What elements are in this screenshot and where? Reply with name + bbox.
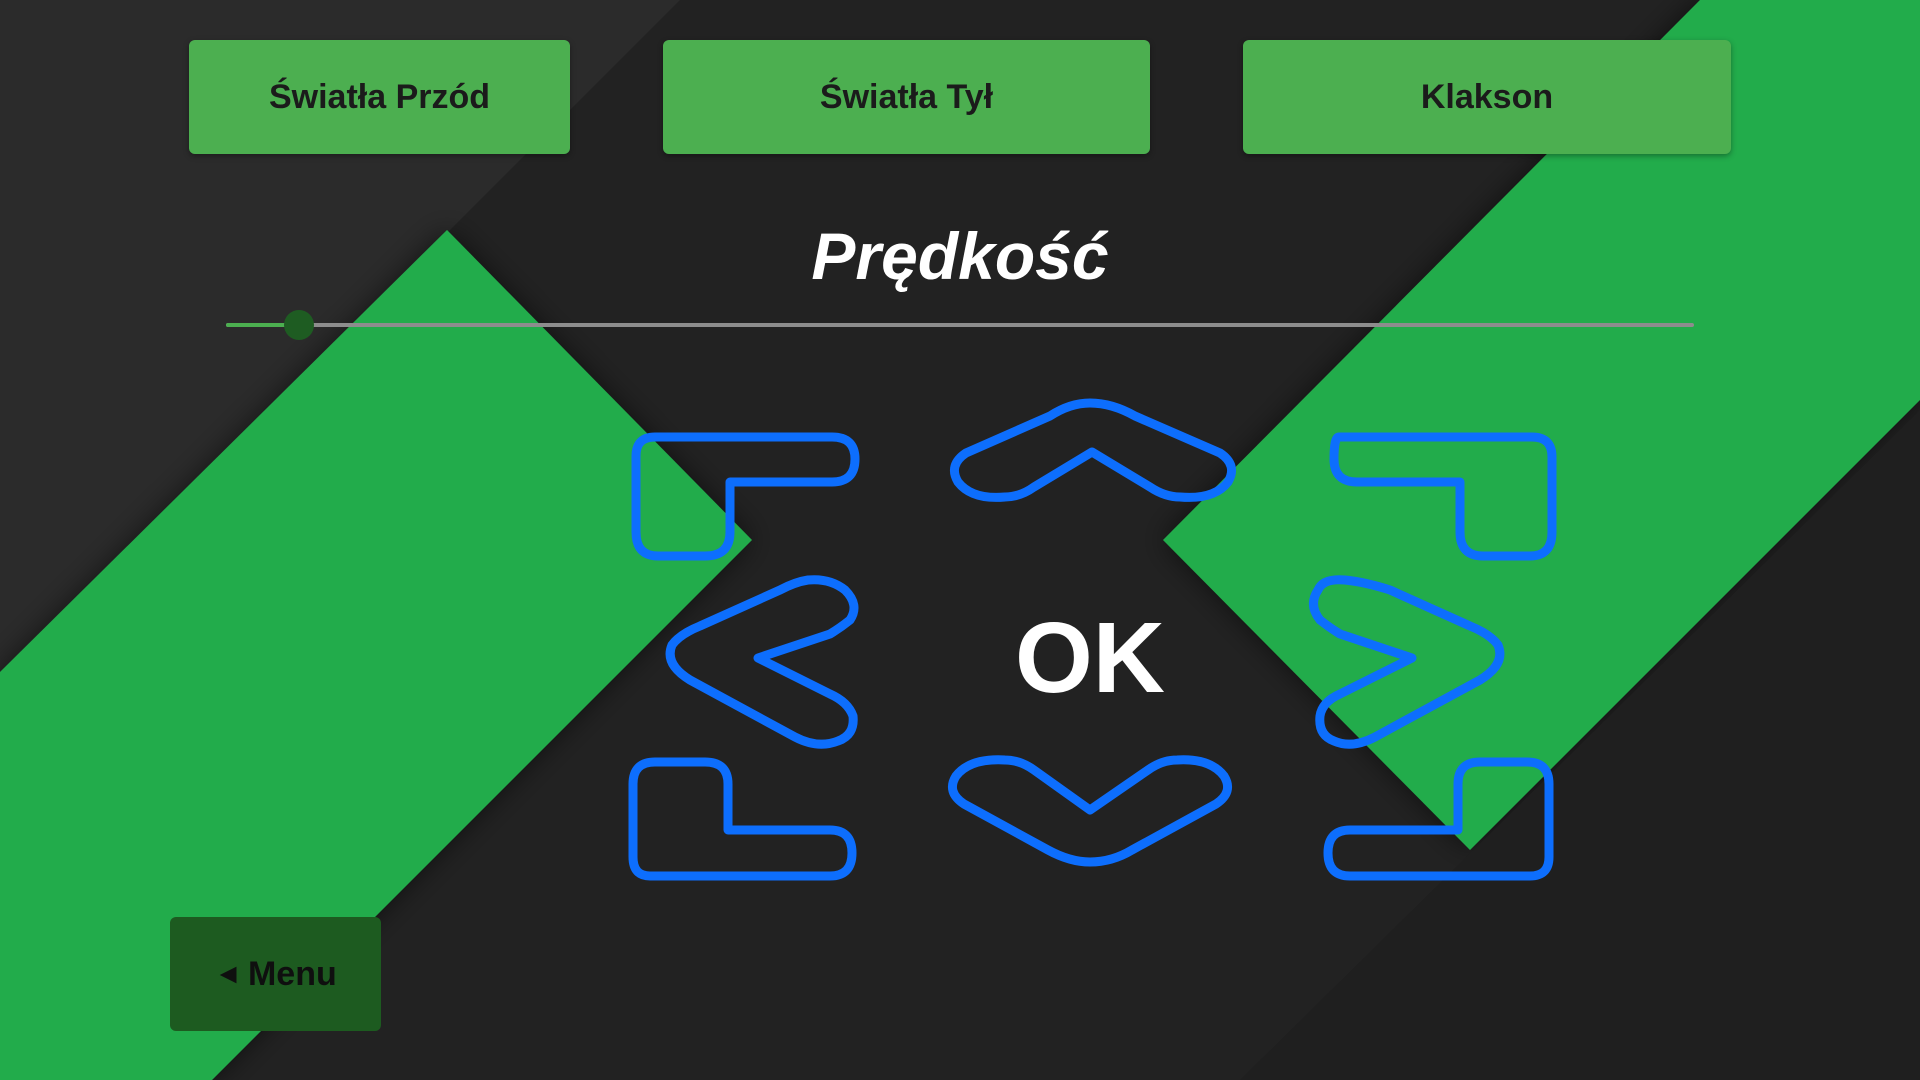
horn-button[interactable]: Klakson — [1243, 40, 1731, 154]
speed-title: Prędkość — [811, 219, 1109, 293]
speed-slider-track — [226, 323, 1694, 327]
back-arrow-icon: ◄ — [214, 958, 242, 989]
rear-lights-button[interactable]: Światła Tył — [663, 40, 1150, 154]
ok-button[interactable]: OK — [990, 598, 1190, 718]
menu-button[interactable]: ◄ Menu — [170, 917, 381, 1031]
front-lights-label: Światła Przód — [268, 77, 491, 116]
horn-label: Klakson — [1420, 77, 1554, 116]
rear-lights-label: Światła Tył — [819, 77, 994, 116]
front-lights-button[interactable]: Światła Przód — [189, 40, 570, 154]
speed-slider-thumb[interactable] — [284, 310, 315, 340]
menu-label: Menu — [247, 954, 337, 993]
speed-slider[interactable] — [226, 310, 1694, 340]
